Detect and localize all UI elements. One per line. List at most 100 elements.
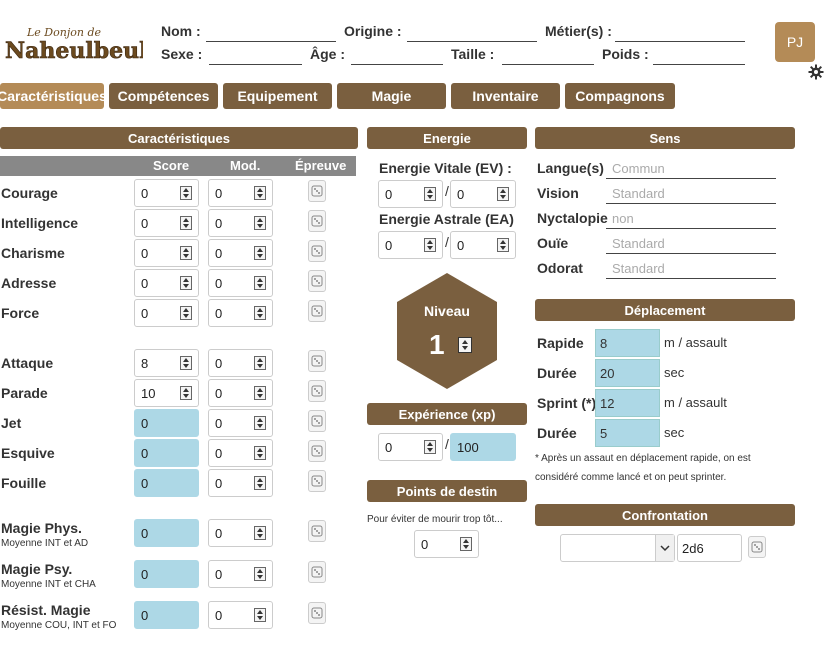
score-input[interactable]: 0 [134,519,199,547]
sens-field[interactable]: Standard [606,182,776,204]
spinner-icon[interactable] [254,608,266,622]
spinner-icon[interactable] [254,306,266,320]
spinner-icon[interactable] [180,216,192,230]
score-input[interactable]: 0 [134,299,199,327]
spinner-icon[interactable] [254,416,266,430]
chevron-down-icon[interactable] [655,535,674,561]
spinner-icon[interactable] [497,238,509,252]
spinner-icon[interactable] [180,356,192,370]
mod-input[interactable]: 0 [208,299,273,327]
spinner-icon[interactable] [254,526,266,540]
mod-input[interactable]: 0 [208,179,273,207]
spinner-icon[interactable] [424,187,436,201]
spinner-icon[interactable] [254,476,266,490]
sens-field[interactable]: non [606,207,776,229]
dice-icon[interactable] [308,602,326,624]
tab-inventaire[interactable]: Inventaire [451,83,560,109]
spinner-icon[interactable] [254,356,266,370]
spinner-icon[interactable] [254,186,266,200]
dice-icon[interactable] [308,270,326,292]
mod-input[interactable]: 0 [208,349,273,377]
spinner-icon[interactable] [254,446,266,460]
mod-input[interactable]: 0 [208,409,273,437]
spinner-icon[interactable] [254,246,266,260]
nom-field[interactable] [206,22,336,42]
spinner-icon[interactable] [497,187,509,201]
tab-equipement[interactable]: Equipement [223,83,332,109]
niveau-spinner-icon[interactable] [458,337,472,353]
gear-icon[interactable] [808,64,824,80]
spinner-icon[interactable] [180,246,192,260]
dice-icon[interactable] [308,240,326,262]
tab-caracteristiques[interactable]: Caractéristiques [0,83,107,109]
score-input[interactable]: 0 [134,439,199,467]
score-input[interactable]: 0 [134,179,199,207]
origine-field[interactable] [407,22,537,42]
sens-field[interactable]: Standard [606,232,776,254]
spinner-icon[interactable] [254,567,266,581]
spinner-icon[interactable] [254,216,266,230]
score-input[interactable]: 0 [134,601,199,629]
metier-field[interactable] [615,22,745,42]
spinner-icon[interactable] [424,440,436,454]
ev-max-input[interactable]: 0 [450,180,516,208]
mod-input[interactable]: 0 [208,209,273,237]
dice-icon[interactable] [308,210,326,232]
deplacement-field[interactable]: 20 [595,359,660,387]
spinner-icon[interactable] [180,276,192,290]
deplacement-field[interactable]: 5 [595,419,660,447]
dice-icon[interactable] [308,520,326,542]
spinner-icon[interactable] [254,386,266,400]
mod-input[interactable]: 0 [208,519,273,547]
xp-max-field[interactable]: 100 [450,433,516,461]
dice-icon[interactable] [308,350,326,372]
dice-icon[interactable] [308,440,326,462]
score-input[interactable]: 0 [134,269,199,297]
score-input[interactable]: 10 [134,379,199,407]
spinner-icon[interactable] [460,537,472,551]
spinner-icon[interactable] [424,238,436,252]
score-input[interactable]: 0 [134,209,199,237]
destin-input[interactable]: 0 [414,530,479,558]
dice-icon[interactable] [308,470,326,492]
spinner-icon[interactable] [180,306,192,320]
score-input[interactable]: 0 [134,469,199,497]
mod-input[interactable]: 0 [208,560,273,588]
taille-field[interactable] [502,45,594,65]
mod-input[interactable]: 0 [208,439,273,467]
tab-competences[interactable]: Compétences [109,83,218,109]
ea-value-input[interactable]: 0 [378,231,443,259]
score-input[interactable]: 0 [134,239,199,267]
dice-icon[interactable] [308,180,326,202]
dice-icon[interactable] [308,410,326,432]
mod-input[interactable]: 0 [208,469,273,497]
score-input[interactable]: 0 [134,409,199,437]
deplacement-field[interactable]: 12 [595,389,660,417]
ev-value-input[interactable]: 0 [378,180,443,208]
mod-input[interactable]: 0 [208,239,273,267]
score-input[interactable]: 8 [134,349,199,377]
pj-button[interactable]: PJ [775,22,815,62]
dice-icon[interactable] [308,380,326,402]
tab-compagnons[interactable]: Compagnons [565,83,675,109]
sens-field[interactable]: Standard [606,257,776,279]
score-input[interactable]: 0 [134,560,199,588]
spinner-icon[interactable] [180,186,192,200]
niveau-value[interactable]: 1 [429,329,445,361]
mod-input[interactable]: 0 [208,379,273,407]
poids-field[interactable] [653,45,745,65]
spinner-icon[interactable] [254,276,266,290]
deplacement-field[interactable]: 8 [595,329,660,357]
ea-max-input[interactable]: 0 [450,231,516,259]
dice-icon[interactable] [308,300,326,322]
dice-icon[interactable] [308,561,326,583]
mod-input[interactable]: 0 [208,601,273,629]
spinner-icon[interactable] [180,386,192,400]
xp-value-input[interactable]: 0 [378,433,443,461]
tab-magie[interactable]: Magie [337,83,446,109]
sexe-field[interactable] [209,45,302,65]
dice-icon[interactable] [748,536,766,558]
age-field[interactable] [351,45,443,65]
confrontation-dice-field[interactable]: 2d6 [677,534,742,562]
mod-input[interactable]: 0 [208,269,273,297]
